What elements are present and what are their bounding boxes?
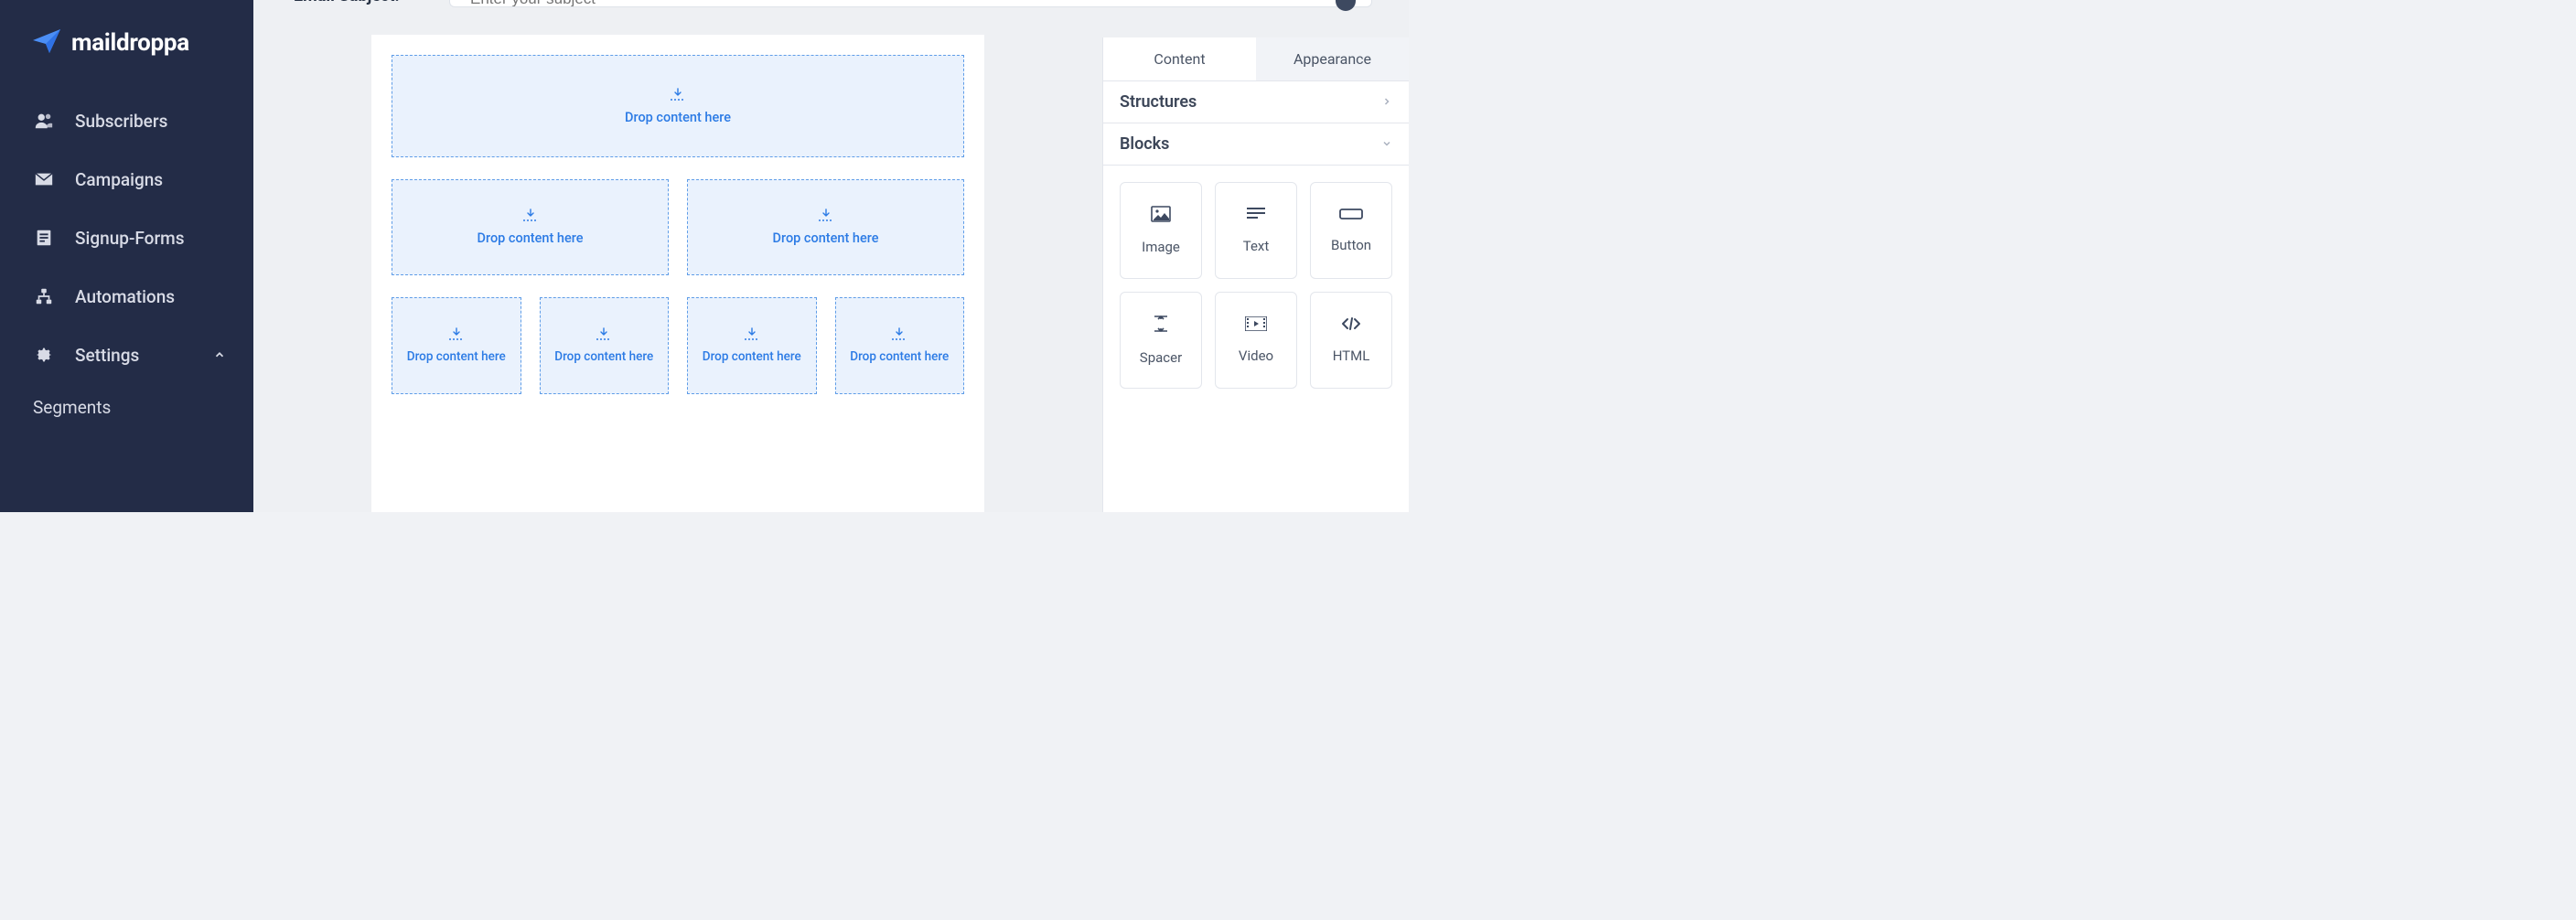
drop-label: Drop content here xyxy=(703,349,801,364)
drop-icon xyxy=(521,209,541,223)
sidebar-item-label: Settings xyxy=(75,345,139,366)
sidebar-item-label: Subscribers xyxy=(75,111,167,132)
block-video[interactable]: Video xyxy=(1215,292,1297,389)
drop-zone[interactable]: Drop content here xyxy=(687,297,817,394)
block-label: Button xyxy=(1331,237,1371,253)
text-icon xyxy=(1247,207,1265,225)
drop-zone[interactable]: Drop content here xyxy=(392,297,521,394)
drop-label: Drop content here xyxy=(625,110,731,125)
drop-icon xyxy=(446,327,467,342)
drop-label: Drop content here xyxy=(850,349,949,364)
sidebar-item-label: Automations xyxy=(75,286,175,307)
email-subject-label: Email Subject: xyxy=(253,0,427,5)
tab-content[interactable]: Content xyxy=(1103,37,1256,80)
sidebar-item-label: Signup-Forms xyxy=(75,228,185,249)
sidebar-subitem-label: Segments xyxy=(33,397,111,418)
drop-icon xyxy=(668,88,688,102)
chevron-up-icon xyxy=(213,345,226,366)
drop-zone[interactable]: Drop content here xyxy=(687,179,964,275)
section-label: Structures xyxy=(1120,92,1197,112)
block-label: Image xyxy=(1142,239,1180,255)
sidebar-item-signup-forms[interactable]: Signup-Forms xyxy=(0,209,253,267)
block-html[interactable]: HTML xyxy=(1310,292,1392,389)
canvas-area: Drop content here Drop content here xyxy=(253,7,1102,512)
automation-icon xyxy=(33,285,55,307)
drop-label: Drop content here xyxy=(478,230,584,246)
logo: maildroppa xyxy=(0,16,253,91)
tab-appearance[interactable]: Appearance xyxy=(1256,37,1409,80)
email-subject-input[interactable] xyxy=(449,0,1372,7)
sidebar-item-campaigns[interactable]: Campaigns xyxy=(0,150,253,209)
sidebar: maildroppa Subscribers Campaigns Signup-… xyxy=(0,0,253,512)
drop-icon xyxy=(594,327,614,342)
block-label: Video xyxy=(1239,348,1273,364)
block-label: Text xyxy=(1243,238,1270,254)
subscribers-icon xyxy=(33,110,55,132)
drop-icon xyxy=(816,209,836,223)
email-canvas: Drop content here Drop content here xyxy=(371,35,984,512)
chevron-down-icon xyxy=(1381,134,1392,154)
block-button[interactable]: Button xyxy=(1310,182,1392,279)
drop-label: Drop content here xyxy=(773,230,879,246)
form-icon xyxy=(33,227,55,249)
sidebar-subitem-segments[interactable]: Segments xyxy=(0,384,253,431)
drop-zone[interactable]: Drop content here xyxy=(835,297,965,394)
block-label: HTML xyxy=(1333,348,1370,364)
sidebar-item-subscribers[interactable]: Subscribers xyxy=(0,91,253,150)
image-icon xyxy=(1151,206,1171,226)
topbar: Email Subject: xyxy=(253,0,1409,7)
drop-label: Drop content here xyxy=(407,349,506,364)
sidebar-item-settings[interactable]: Settings xyxy=(0,326,253,384)
envelope-icon xyxy=(33,168,55,190)
section-structures[interactable]: Structures xyxy=(1103,81,1409,123)
section-label: Blocks xyxy=(1120,134,1169,154)
chevron-right-icon xyxy=(1381,92,1392,112)
gear-icon xyxy=(33,344,55,366)
main: Email Subject: Drop content here xyxy=(253,0,1409,512)
block-image[interactable]: Image xyxy=(1120,182,1202,279)
block-label: Spacer xyxy=(1140,349,1182,366)
drop-zone[interactable]: Drop content here xyxy=(392,55,964,157)
drop-zone[interactable]: Drop content here xyxy=(540,297,670,394)
section-blocks[interactable]: Blocks xyxy=(1103,123,1409,166)
button-icon xyxy=(1339,208,1363,224)
sidebar-item-automations[interactable]: Automations xyxy=(0,267,253,326)
drop-label: Drop content here xyxy=(554,349,653,364)
video-icon xyxy=(1245,316,1267,335)
right-panel: Content Appearance Structures Blocks xyxy=(1102,37,1409,512)
code-icon xyxy=(1340,316,1362,335)
block-text[interactable]: Text xyxy=(1215,182,1297,279)
block-spacer[interactable]: Spacer xyxy=(1120,292,1202,389)
drop-icon xyxy=(889,327,909,342)
spacer-icon xyxy=(1153,315,1169,337)
sidebar-item-label: Campaigns xyxy=(75,169,163,190)
brand-name: maildroppa xyxy=(71,29,189,57)
drop-icon xyxy=(742,327,762,342)
drop-zone[interactable]: Drop content here xyxy=(392,179,669,275)
paper-plane-icon xyxy=(31,27,62,59)
